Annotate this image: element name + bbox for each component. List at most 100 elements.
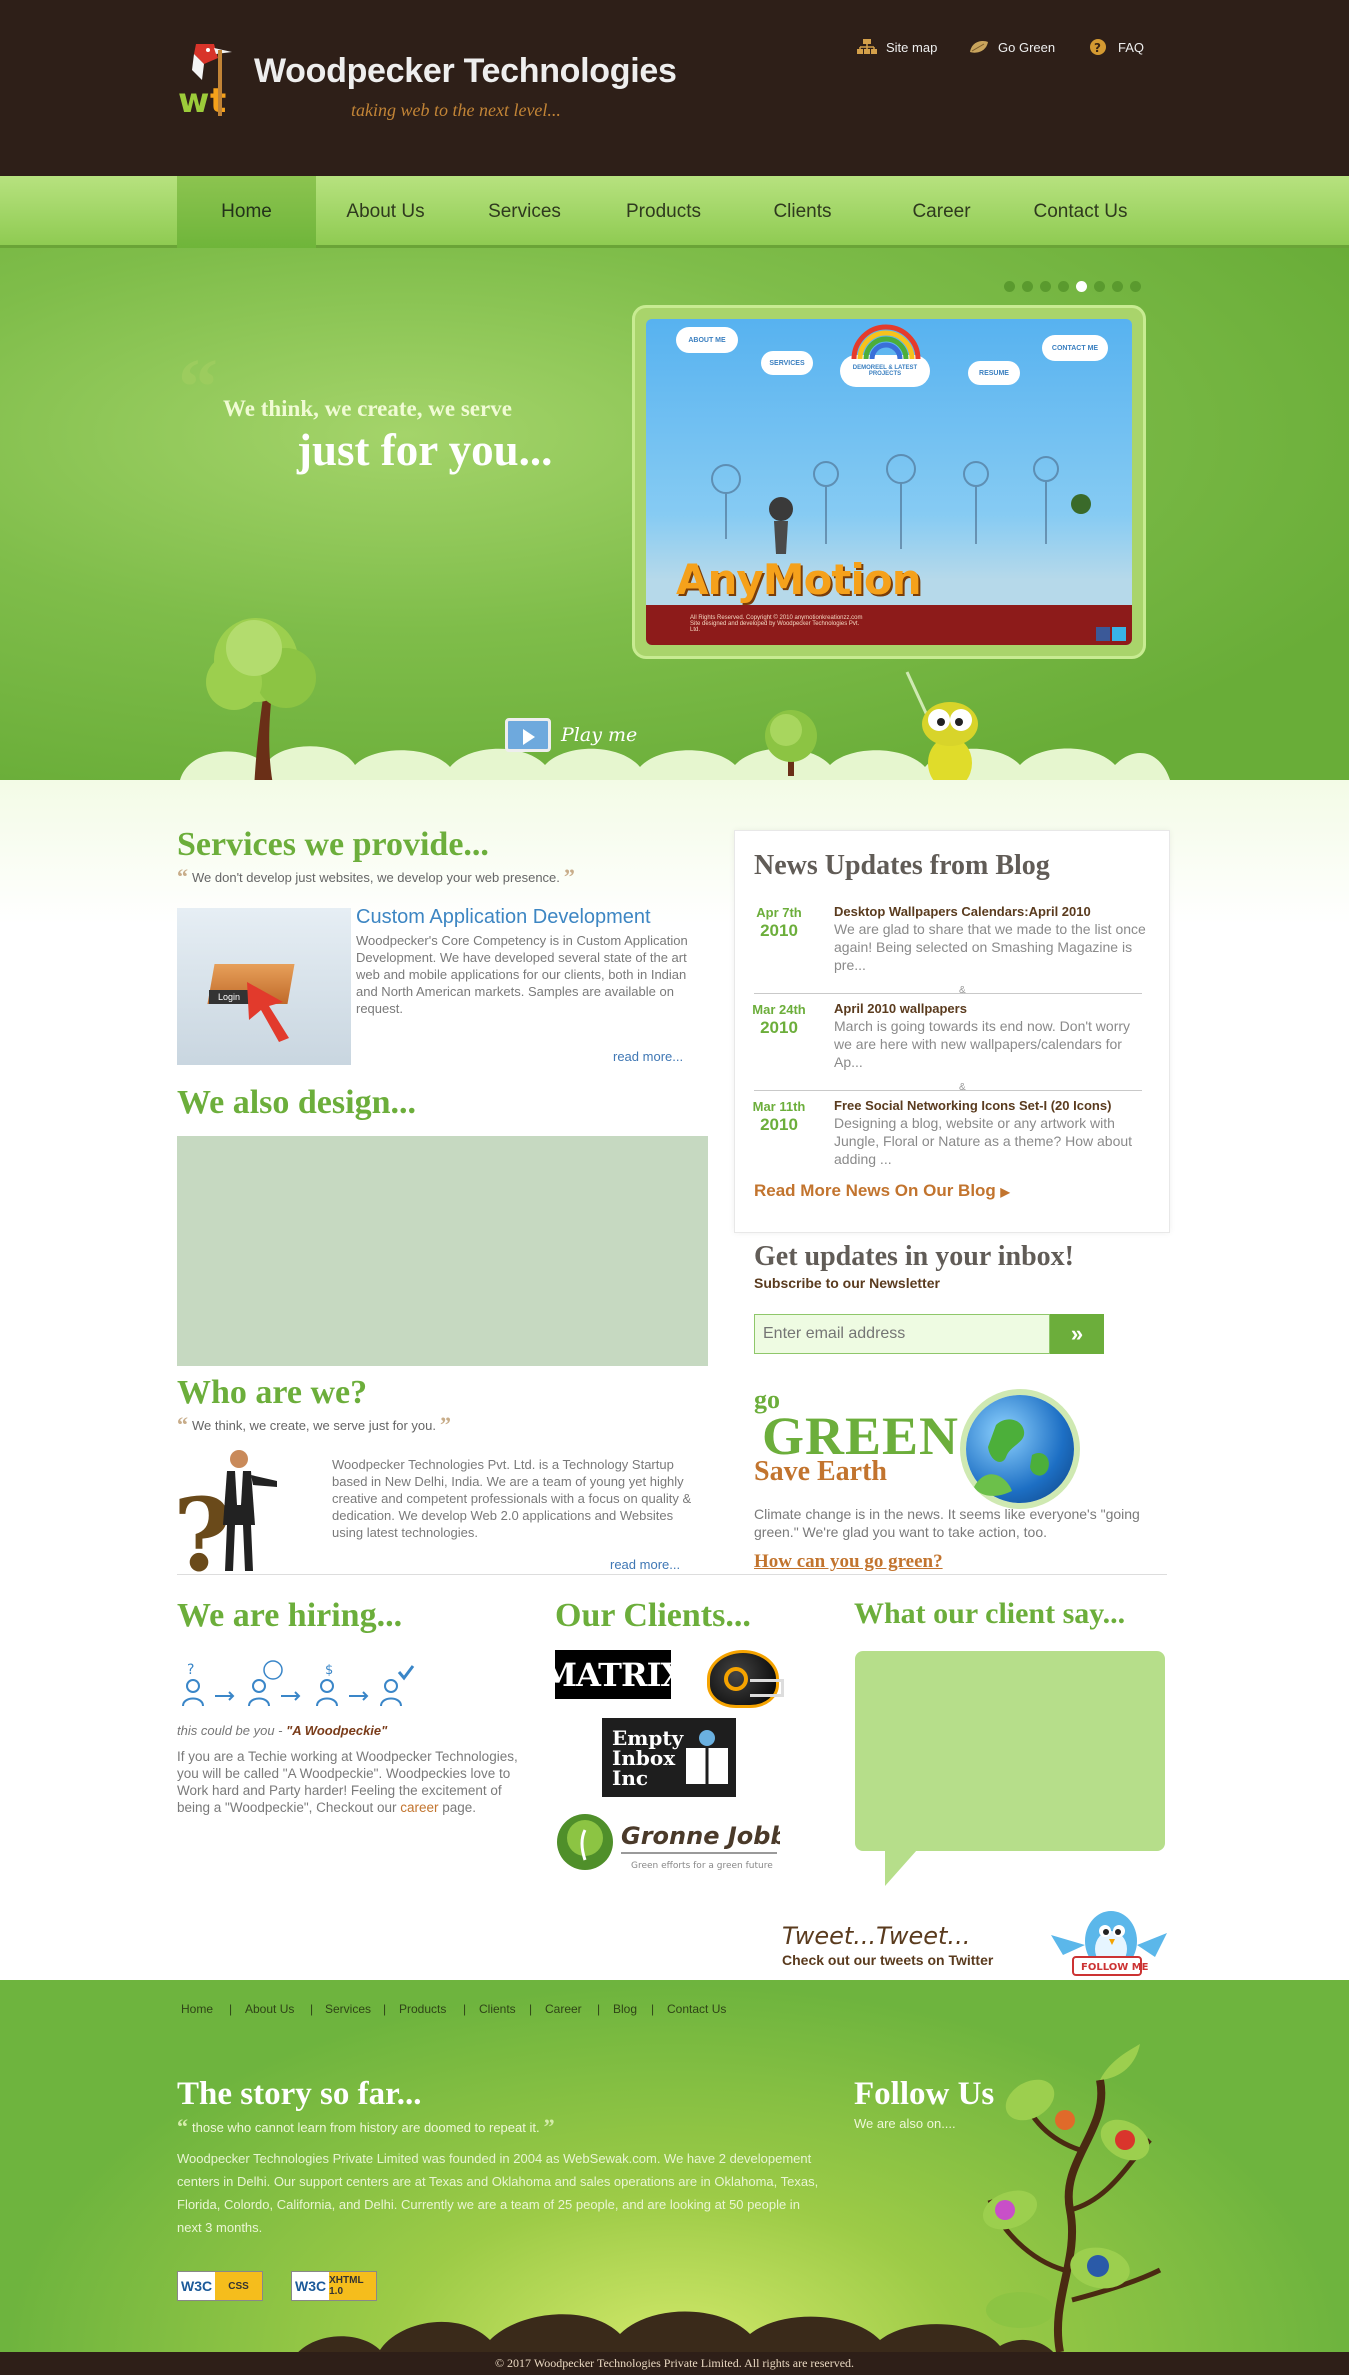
faq-label: FAQ xyxy=(1118,39,1145,55)
follow-me-badge: FOLLOW ME xyxy=(1081,1962,1149,1973)
email-input[interactable] xyxy=(754,1314,1050,1354)
design-title: We also design... xyxy=(177,1084,416,1121)
hero-line1: We think, we create, we serve xyxy=(223,396,512,421)
news-summary: March is going towards its end now. Don'… xyxy=(834,1018,1131,1070)
open-quote-icon: “ xyxy=(177,2114,188,2139)
slide-image[interactable]: ABOUT ME SERVICES DEMOREEL & LATEST PROJ… xyxy=(646,319,1132,645)
story-subtitle: “ those who cannot learn from history ar… xyxy=(177,2116,555,2138)
career-link[interactable]: career xyxy=(400,1800,438,1815)
who-subtitle: “ We think, we create, we serve just for… xyxy=(177,1414,451,1436)
services-subtitle-text: We don't develop just websites, we devel… xyxy=(192,869,560,885)
emptyinbox-logo[interactable]: Empty Inbox Inc xyxy=(602,1718,736,1797)
footer-link-contact-us[interactable]: Contact Us xyxy=(667,2002,726,2016)
hiring-tagline: this could be you - "A Woodpeckie" xyxy=(177,1723,387,1738)
footer-link-about-us[interactable]: About Us xyxy=(245,2002,294,2016)
news-date: Mar 24th 2010 xyxy=(749,1001,809,1037)
footer-link-career[interactable]: Career xyxy=(545,2002,582,2016)
slider-dot[interactable] xyxy=(1058,281,1069,292)
slider-dot[interactable] xyxy=(1094,281,1105,292)
nav-products[interactable]: Products xyxy=(594,176,733,248)
hiring-tag-name: "A Woodpeckie" xyxy=(286,1723,388,1738)
footer-link-home[interactable]: Home xyxy=(181,2002,213,2016)
gronne-jobber-tagline: Green efforts for a green future xyxy=(631,1861,773,1871)
services-read-more-link[interactable]: read more... xyxy=(613,1049,683,1064)
news-title[interactable]: Desktop Wallpapers Calendars:April 2010 xyxy=(834,904,1091,919)
footer-separator: | xyxy=(597,2002,601,2016)
footer-separator: | xyxy=(383,2002,387,2016)
news-title[interactable]: Free Social Networking Icons Set-I (20 I… xyxy=(834,1098,1111,1113)
cartoon-sketches-icon xyxy=(711,454,1091,554)
brand-name[interactable]: Woodpecker Technologies xyxy=(254,52,677,91)
slide-footer-text: All Rights Reserved. Copyright © 2010 an… xyxy=(690,615,863,633)
gronne-jobber-label: Gronne Jobber xyxy=(621,1822,780,1850)
custom-app-title[interactable]: Custom Application Development xyxy=(356,906,651,929)
faq-link[interactable]: ? FAQ xyxy=(1088,38,1144,56)
gronne-jobber-logo[interactable]: Gronne Jobber Green efforts for a green … xyxy=(555,1808,780,1875)
w3c-css-badge[interactable]: W3C CSS xyxy=(177,2271,263,2301)
slider-dot[interactable] xyxy=(1022,281,1033,292)
nav-home[interactable]: Home xyxy=(177,176,316,248)
close-quote-icon: ” xyxy=(543,2114,555,2139)
svg-text:?: ? xyxy=(1094,41,1101,55)
nav-services[interactable]: Services xyxy=(455,176,594,248)
brand-tagline: taking web to the next level... xyxy=(351,100,561,120)
news-separator xyxy=(754,1090,1142,1091)
read-more-news-link[interactable]: Read More News On Our Blog ▶ xyxy=(754,1181,1010,1201)
close-quote-icon: ” xyxy=(439,1412,451,1437)
slider-dot[interactable] xyxy=(1076,281,1087,292)
footer-link-products[interactable]: Products xyxy=(399,2002,446,2016)
triangle-right-icon: ▶ xyxy=(1000,1185,1010,1199)
news-summary: Designing a blog, website or any artwork… xyxy=(834,1115,1133,1167)
who-title: Who are we? xyxy=(177,1374,368,1411)
read-more-news-label: Read More News On Our Blog xyxy=(754,1181,996,1200)
copyright-text: © 2017 Woodpecker Technologies Private L… xyxy=(494,2356,855,2370)
slider-dot[interactable] xyxy=(1112,281,1123,292)
nav-career[interactable]: Career xyxy=(872,176,1011,248)
sitemap-link[interactable]: Site map xyxy=(856,38,937,56)
open-quote-icon: “ xyxy=(177,1412,188,1437)
slideshow-frame[interactable]: ABOUT ME SERVICES DEMOREEL & LATEST PROJ… xyxy=(632,305,1146,659)
footer-link-clients[interactable]: Clients xyxy=(479,2002,516,2016)
testimonials-title: What our client say... xyxy=(854,1597,1126,1630)
nav-contact-us[interactable]: Contact Us xyxy=(1011,176,1150,248)
nav-clients[interactable]: Clients xyxy=(733,176,872,248)
follow-subtitle: We are also on.... xyxy=(854,2116,956,2131)
gogreen-link[interactable]: How can you go green? xyxy=(754,1551,943,1573)
hiring-body: If you are a Techie working at Woodpecke… xyxy=(177,1748,527,1816)
newsletter-subtitle: Subscribe to our Newsletter xyxy=(754,1275,940,1291)
footer-link-services[interactable]: Services xyxy=(325,2002,371,2016)
social-red-icon xyxy=(1115,2130,1135,2150)
slider-dot[interactable] xyxy=(1130,281,1141,292)
twitter-bird-icon[interactable]: FOLLOW ME xyxy=(1043,1905,1169,1983)
slider-dot[interactable] xyxy=(1004,281,1015,292)
woodpecker-logo-icon[interactable]: w t xyxy=(174,40,236,120)
who-read-more-link[interactable]: read more... xyxy=(610,1557,680,1572)
facebook-icon[interactable] xyxy=(1096,627,1110,641)
design-showcase[interactable] xyxy=(177,1136,708,1366)
footer-link-blog[interactable]: Blog xyxy=(613,2002,637,2016)
play-me-label: Play me xyxy=(561,724,638,746)
helmet-logo-icon[interactable] xyxy=(707,1650,784,1708)
sitemap-icon xyxy=(857,39,877,54)
twitter-icon[interactable] xyxy=(1112,627,1126,641)
news-date-day: Mar 11th xyxy=(752,1099,806,1114)
inbox-icon xyxy=(686,1729,728,1784)
news-summary: We are glad to share that we made to the… xyxy=(834,921,1146,973)
news-separator-amp: & xyxy=(959,985,966,996)
tweet-title[interactable]: Tweet...Tweet... xyxy=(782,1922,970,1950)
bug-mascot-icon[interactable] xyxy=(895,668,1005,798)
footer-separator: | xyxy=(310,2002,314,2016)
story-subtitle-text: those who cannot learn from history are … xyxy=(192,2119,540,2135)
custom-app-image: Login xyxy=(177,908,351,1065)
footer-separator: | xyxy=(229,2002,233,2016)
slide-cloud-contact: CONTACT ME xyxy=(1042,335,1108,361)
news-title[interactable]: April 2010 wallpapers xyxy=(834,1001,967,1016)
gogreen-link[interactable]: Go Green xyxy=(968,38,1055,56)
news-date-year: 2010 xyxy=(760,1018,798,1037)
play-me-button[interactable]: Play me xyxy=(505,718,637,752)
nav-about-us[interactable]: About Us xyxy=(316,176,455,248)
subscribe-button[interactable]: » xyxy=(1050,1314,1104,1354)
matrix-logo[interactable]: MATRIX xyxy=(542,1650,685,1699)
slider-dot[interactable] xyxy=(1040,281,1051,292)
close-quote-icon: ” xyxy=(563,864,575,889)
